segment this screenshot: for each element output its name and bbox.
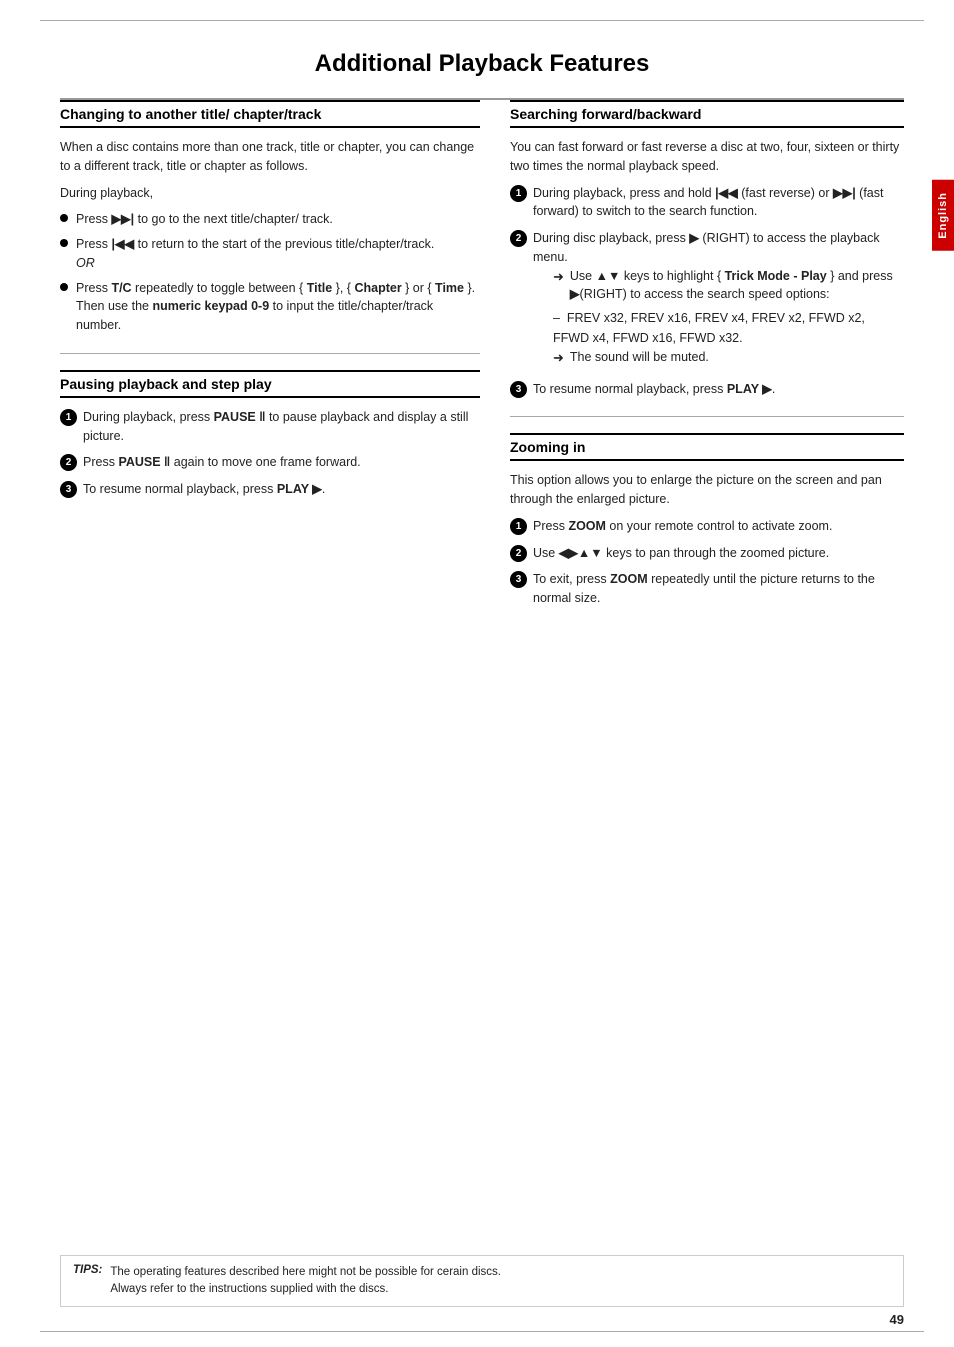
arrow-item: ➜ Use ▲▼ keys to highlight { Trick Mode … — [553, 267, 904, 305]
section-changing-title: Changing to another title/ chapter/track… — [60, 100, 480, 335]
right-col-divider — [510, 416, 904, 417]
changing-bullet-list: Press ▶▶| to go to the next title/chapte… — [60, 210, 480, 335]
zooming-numbered-list: 1 Press ZOOM on your remote control to a… — [510, 517, 904, 608]
tips-text: The operating features described here mi… — [110, 1264, 501, 1299]
bullet-dot — [60, 214, 68, 222]
step-number: 3 — [510, 381, 527, 398]
section-pausing-heading: Pausing playback and step play — [60, 370, 480, 398]
section-zooming-intro: This option allows you to enlarge the pi… — [510, 471, 904, 509]
pausing-numbered-list: 1 During playback, press PAUSE ‖ to paus… — [60, 408, 480, 499]
dash-item: – FREV x32, FREV x16, FREV x4, FREV x2, … — [553, 308, 904, 348]
arrow-symbol: ➜ — [553, 267, 564, 287]
list-item: 3 To resume normal playback, press PLAY … — [510, 380, 904, 399]
section-changing-intro: When a disc contains more than one track… — [60, 138, 480, 176]
step-number: 2 — [510, 545, 527, 562]
list-item: 2 Use ◀▶▲▼ keys to pan through the zoome… — [510, 544, 904, 563]
section-pausing: Pausing playback and step play 1 During … — [60, 370, 480, 499]
side-tab-label: English — [937, 192, 949, 239]
bullet-dot — [60, 239, 68, 247]
step-number: 1 — [60, 409, 77, 426]
step-number: 3 — [510, 571, 527, 588]
step-number: 2 — [510, 230, 527, 247]
list-item: 1 During playback, press PAUSE ‖ to paus… — [60, 408, 480, 446]
step-number: 2 — [60, 454, 77, 471]
arrow-item: ➜ The sound will be muted. — [553, 348, 904, 368]
tips-box: TIPS: The operating features described h… — [60, 1255, 904, 1308]
section-changing-sub-intro: During playback, — [60, 184, 480, 203]
step-number: 1 — [510, 185, 527, 202]
list-item: Press |◀◀ to return to the start of the … — [60, 235, 480, 273]
step-number: 3 — [60, 481, 77, 498]
list-item: 1 Press ZOOM on your remote control to a… — [510, 517, 904, 536]
searching-numbered-list: 1 During playback, press and hold |◀◀ (f… — [510, 184, 904, 399]
outer-top-border — [40, 20, 924, 21]
left-column: Changing to another title/ chapter/track… — [60, 100, 480, 626]
list-item: 3 To exit, press ZOOM repeatedly until t… — [510, 570, 904, 608]
outer-bottom-border — [40, 1331, 924, 1332]
list-item: 1 During playback, press and hold |◀◀ (f… — [510, 184, 904, 222]
section-searching-heading: Searching forward/backward — [510, 100, 904, 128]
section-changing-title-heading: Changing to another title/ chapter/track — [60, 100, 480, 128]
list-item: 3 To resume normal playback, press PLAY … — [60, 480, 480, 499]
language-tab: English — [932, 180, 954, 251]
main-content: Changing to another title/ chapter/track… — [60, 100, 904, 626]
list-item: Press ▶▶| to go to the next title/chapte… — [60, 210, 480, 229]
right-column: Searching forward/backward You can fast … — [510, 100, 904, 626]
section-searching: Searching forward/backward You can fast … — [510, 100, 904, 398]
list-item: 2 During disc playback, press ▶ (RIGHT) … — [510, 229, 904, 372]
step-number: 1 — [510, 518, 527, 535]
list-item: 2 Press PAUSE ‖ again to move one frame … — [60, 453, 480, 472]
page-number: 49 — [890, 1312, 904, 1327]
arrow-symbol: ➜ — [553, 348, 564, 368]
bullet-dot — [60, 283, 68, 291]
list-item: Press T/C repeatedly to toggle between {… — [60, 279, 480, 335]
section-zooming: Zooming in This option allows you to enl… — [510, 433, 904, 608]
section-zooming-heading: Zooming in — [510, 433, 904, 461]
section-searching-intro: You can fast forward or fast reverse a d… — [510, 138, 904, 176]
tips-label: TIPS: — [73, 1264, 102, 1276]
col-divider — [60, 353, 480, 354]
page-title: Additional Playback Features — [60, 50, 904, 78]
